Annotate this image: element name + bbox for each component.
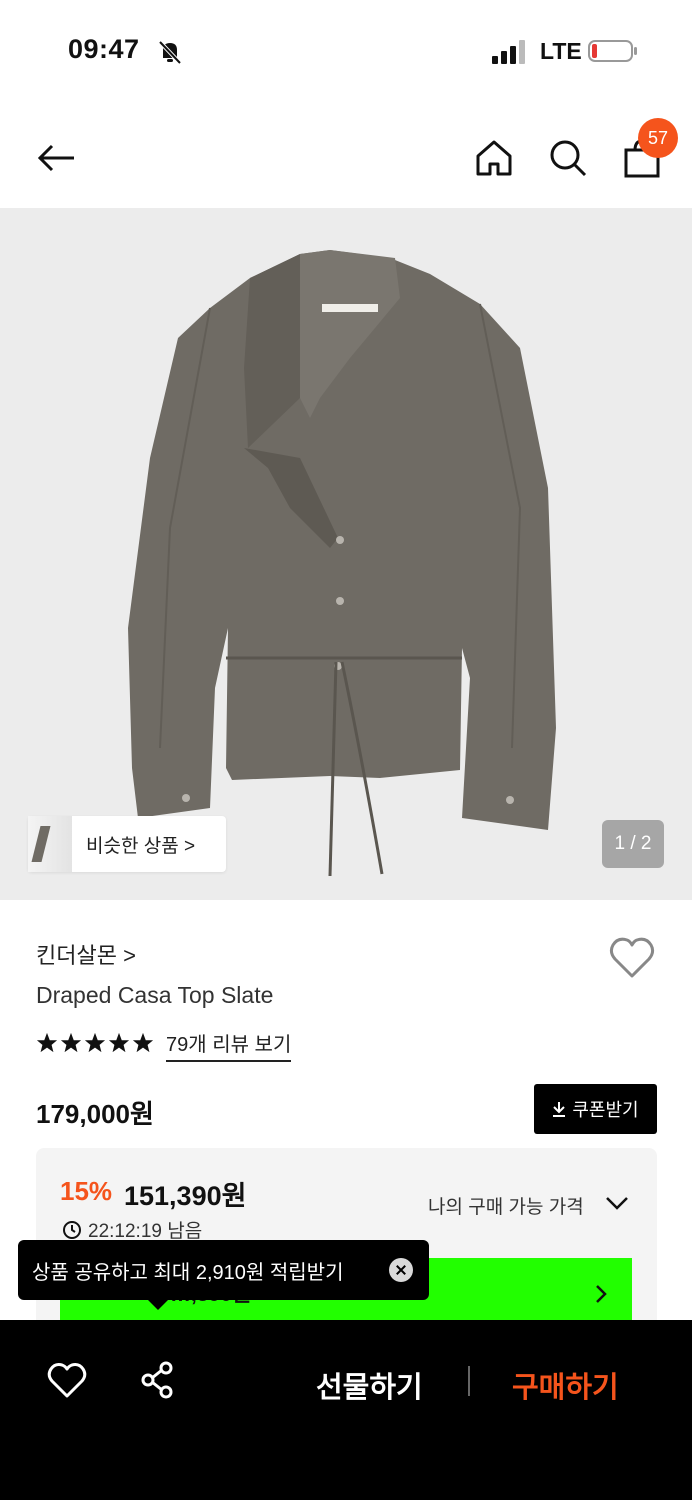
buy-button[interactable]: 구매하기 (512, 1364, 619, 1406)
chevron-down-icon[interactable] (604, 1194, 630, 1212)
chevron-right-icon (596, 1285, 607, 1303)
brand-link[interactable]: 킨더살몬 > (36, 938, 136, 970)
bottom-action-bar: 선물하기 구매하기 (0, 1320, 692, 1500)
heart-icon[interactable] (46, 1360, 88, 1400)
similar-products-label: 비슷한 상품 > (86, 835, 196, 857)
divider (468, 1366, 470, 1396)
clock-icon (63, 1220, 81, 1239)
discount-panel: 15% 151,390원 나의 구매 가능 가격 22:12:19 남음 …,3… (36, 1148, 657, 1328)
network-type: LTE (540, 38, 582, 64)
my-price-toggle[interactable]: 나의 구매 가능 가격 (428, 1192, 584, 1219)
product-name: Draped Casa Top Slate (36, 982, 274, 1008)
rating-stars (36, 1030, 154, 1056)
toast-text: 상품 공유하고 최대 2,910원 적립받기 (32, 1261, 344, 1284)
share-icon[interactable] (138, 1360, 178, 1400)
coupon-button[interactable]: 쿠폰받기 (534, 1084, 657, 1134)
original-price: 179,000원 (36, 1099, 154, 1129)
blouse-illustration (128, 250, 556, 877)
star-icon (60, 1032, 82, 1053)
similar-products-button[interactable]: 비슷한 상품 > (28, 816, 226, 872)
app-header: 57 (0, 110, 692, 206)
download-icon (553, 1102, 566, 1117)
toast-pointer (148, 1300, 168, 1310)
star-icon (84, 1032, 106, 1053)
countdown-timer: 22:12:19 남음 (62, 1216, 202, 1243)
bell-muted-icon (158, 40, 182, 65)
star-icon (108, 1032, 130, 1053)
search-icon[interactable] (546, 136, 590, 180)
share-reward-toast: 상품 공유하고 최대 2,910원 적립받기 (18, 1240, 429, 1310)
discount-price: 151,390원 (124, 1181, 247, 1211)
signal-icon (492, 40, 525, 64)
star-icon (132, 1032, 154, 1053)
image-pager: 1 / 2 (602, 820, 664, 868)
cart-count-badge: 57 (638, 118, 678, 158)
home-icon[interactable] (472, 136, 516, 180)
close-icon[interactable] (389, 1258, 413, 1282)
discount-percent: 15% (60, 1176, 113, 1206)
gift-button[interactable]: 선물하기 (316, 1364, 423, 1406)
star-icon (36, 1032, 58, 1053)
coupon-label: 쿠폰받기 (572, 1100, 639, 1120)
battery-icon (588, 40, 637, 62)
similar-product-thumbnail (28, 816, 72, 872)
wishlist-heart-icon[interactable] (608, 934, 656, 980)
status-bar: 09:47 LTE (0, 0, 692, 100)
back-arrow-icon[interactable] (34, 136, 78, 180)
reviews-link[interactable]: 79개 리뷰 보기 (166, 1028, 292, 1062)
status-time: 09:47 (68, 34, 140, 64)
timer-text: 22:12:19 남음 (88, 1221, 203, 1242)
product-image[interactable] (0, 208, 692, 900)
